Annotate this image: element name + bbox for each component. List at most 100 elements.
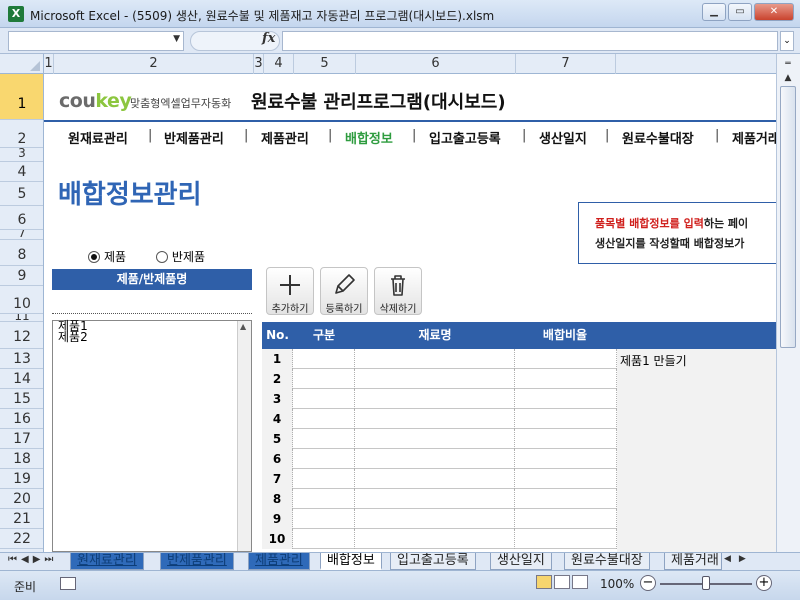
scroll-up-icon[interactable]: ▲ [240,322,246,331]
horizontal-scroll-icons[interactable]: ◀▶ [724,554,776,569]
chevron-down-icon[interactable]: ▼ [173,34,180,44]
row-header[interactable]: 20 [0,489,43,509]
nav-item-ledger[interactable]: 원료수불대장 [622,128,694,147]
nav-item-production-log[interactable]: 생산일지 [539,128,587,147]
ratio-cell[interactable] [515,369,617,389]
row-header[interactable]: 12 [0,322,43,349]
material-name-cell[interactable] [355,449,515,469]
tab-nav-icons[interactable]: ⏮◀▶⏭ [8,554,57,565]
ratio-cell[interactable] [515,389,617,409]
row-header[interactable]: 17 [0,429,43,449]
macro-record-icon[interactable] [60,577,76,590]
sheet-tab-semi-product[interactable]: 반제품관리 [160,553,234,570]
category-cell[interactable] [293,529,355,549]
material-name-cell[interactable] [355,509,515,529]
vertical-scrollbar[interactable]: ═ ▲ [776,54,800,552]
zoom-level[interactable]: 100% [600,577,634,591]
row-header[interactable]: 4 [0,162,43,182]
sheet-tab-in-out[interactable]: 입고출고등록 [390,553,476,570]
ratio-cell[interactable] [515,349,617,369]
nav-item-product-trade[interactable]: 제품거래 [732,128,776,147]
row-header[interactable]: 8 [0,240,43,266]
category-cell[interactable] [293,409,355,429]
sheet-tab-raw-material[interactable]: 원재료관리 [70,553,144,570]
product-listbox[interactable]: 제품1 제품2 ▲ [52,320,252,552]
row-header[interactable]: 19 [0,469,43,489]
nav-item-semi-product[interactable]: 반제품관리 [164,128,224,147]
category-cell[interactable] [293,489,355,509]
delete-button[interactable]: 삭제하기 [374,267,422,315]
insert-function-icon[interactable]: fx [262,31,275,46]
worksheet[interactable]: coukey 맞춤형엑셀업무자동화 원료수불 관리프로그램(대시보드) 원재료관… [44,74,776,552]
category-cell[interactable] [293,349,355,369]
name-box[interactable]: ▼ [8,31,184,51]
normal-view-icon[interactable] [536,575,552,589]
ratio-cell[interactable] [515,489,617,509]
formula-input[interactable] [282,31,778,51]
row-header[interactable]: 18 [0,449,43,469]
row-header[interactable]: 1 [0,74,43,120]
material-name-cell[interactable] [355,409,515,429]
category-cell[interactable] [293,369,355,389]
column-header[interactable]: 1 [44,54,54,74]
ratio-cell[interactable] [515,409,617,429]
material-name-cell[interactable] [355,369,515,389]
ratio-cell[interactable] [515,469,617,489]
expand-formula-icon[interactable]: ⌄ [780,31,794,51]
material-name-cell[interactable] [355,529,515,549]
maximize-icon[interactable]: ▭ [728,3,752,21]
row-header[interactable]: 2 [0,120,43,148]
nav-item-product[interactable]: 제품관리 [261,128,309,147]
add-button[interactable]: 추가하기 [266,267,314,315]
scroll-thumb[interactable] [780,86,796,348]
select-all-corner[interactable] [0,54,44,74]
zoom-in-icon[interactable]: + [756,575,772,591]
column-header[interactable]: 7 [516,54,616,74]
row-header[interactable]: 3 [0,148,43,162]
row-header[interactable]: 6 [0,206,43,230]
material-name-cell[interactable] [355,489,515,509]
row-header[interactable]: 22 [0,529,43,549]
column-header[interactable]: 4 [264,54,294,74]
material-name-cell[interactable] [355,429,515,449]
column-header[interactable]: 2 [54,54,254,74]
category-cell[interactable] [293,509,355,529]
row-header[interactable]: 11 [0,314,43,322]
sheet-tab-ledger[interactable]: 원료수불대장 [564,553,650,570]
category-cell[interactable] [293,389,355,409]
page-break-view-icon[interactable] [572,575,588,589]
column-header[interactable]: 5 [294,54,356,74]
material-name-cell[interactable] [355,349,515,369]
sheet-tab-production-log[interactable]: 생산일지 [490,553,552,570]
list-scrollbar[interactable]: ▲ [237,321,251,551]
row-header[interactable]: 9 [0,266,43,286]
nav-item-formula[interactable]: 배합정보 [345,128,393,147]
zoom-out-icon[interactable]: − [640,575,656,591]
ratio-cell[interactable] [515,429,617,449]
register-button[interactable]: 등록하기 [320,267,368,315]
zoom-slider-thumb[interactable] [702,576,710,590]
nav-item-in-out[interactable]: 입고출고등록 [429,128,501,147]
category-cell[interactable] [293,469,355,489]
excel-app-icon[interactable]: X [8,6,24,22]
ratio-cell[interactable] [515,529,617,549]
sheet-tab-product-trade[interactable]: 제품거래 [664,553,722,570]
row-header[interactable]: 5 [0,182,43,206]
row-header[interactable]: 14 [0,369,43,389]
sheet-tab-product[interactable]: 제품관리 [248,553,310,570]
radio-product[interactable] [88,251,100,263]
minimize-icon[interactable]: ▁ [702,3,726,21]
row-header[interactable]: 10 [0,286,43,314]
row-header[interactable]: 16 [0,409,43,429]
page-layout-view-icon[interactable] [554,575,570,589]
material-name-cell[interactable] [355,389,515,409]
category-cell[interactable] [293,449,355,469]
row-header[interactable]: 7 [0,230,43,240]
column-header[interactable]: 3 [254,54,264,74]
radio-semi-product[interactable] [155,251,168,263]
column-header[interactable]: 6 [356,54,516,74]
ratio-cell[interactable] [515,449,617,469]
list-item[interactable]: 제품2 [53,331,251,343]
sheet-tab-formula[interactable]: 배합정보 [320,553,382,570]
row-header[interactable]: 21 [0,509,43,529]
